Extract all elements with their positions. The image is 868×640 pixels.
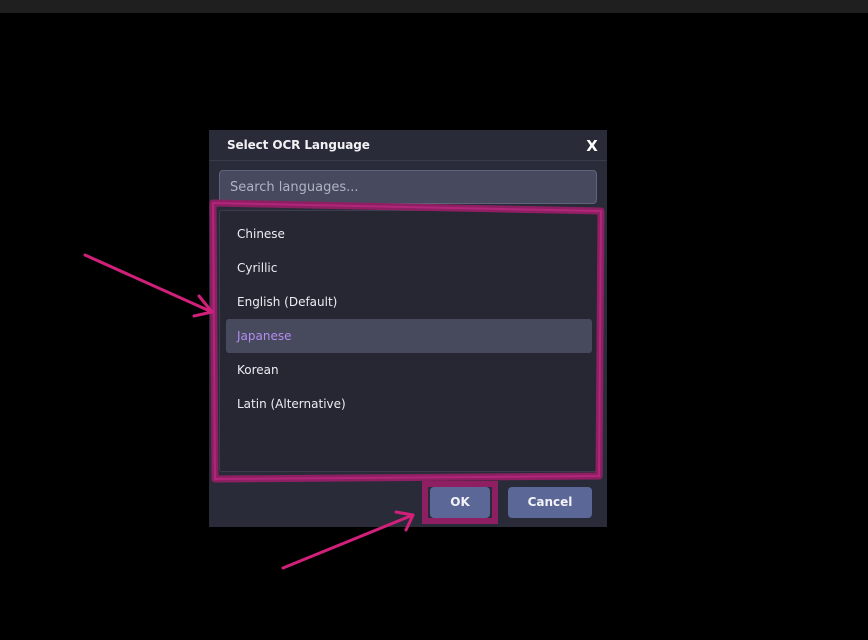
dialog-header: Select OCR Language X xyxy=(209,130,607,161)
dialog-footer: OK Cancel xyxy=(209,475,607,527)
search-languages-input[interactable] xyxy=(219,170,597,204)
language-item-korean[interactable]: Korean xyxy=(226,353,592,387)
ocr-language-dialog: Select OCR Language X Chinese Cyrillic E… xyxy=(209,130,607,527)
close-button[interactable]: X xyxy=(583,136,601,156)
ok-button[interactable]: OK xyxy=(430,487,490,518)
dialog-title: Select OCR Language xyxy=(227,138,370,152)
language-item-english[interactable]: English (Default) xyxy=(226,285,592,319)
language-list[interactable]: Chinese Cyrillic English (Default) Japan… xyxy=(219,210,599,472)
arrow-to-list xyxy=(83,253,214,318)
screen: Select OCR Language X Chinese Cyrillic E… xyxy=(0,0,868,640)
language-item-cyrillic[interactable]: Cyrillic xyxy=(226,251,592,285)
language-item-japanese[interactable]: Japanese xyxy=(226,319,592,353)
top-bar xyxy=(0,0,868,13)
language-item-chinese[interactable]: Chinese xyxy=(226,217,592,251)
language-item-latin[interactable]: Latin (Alternative) xyxy=(226,387,592,421)
cancel-button[interactable]: Cancel xyxy=(508,487,592,518)
